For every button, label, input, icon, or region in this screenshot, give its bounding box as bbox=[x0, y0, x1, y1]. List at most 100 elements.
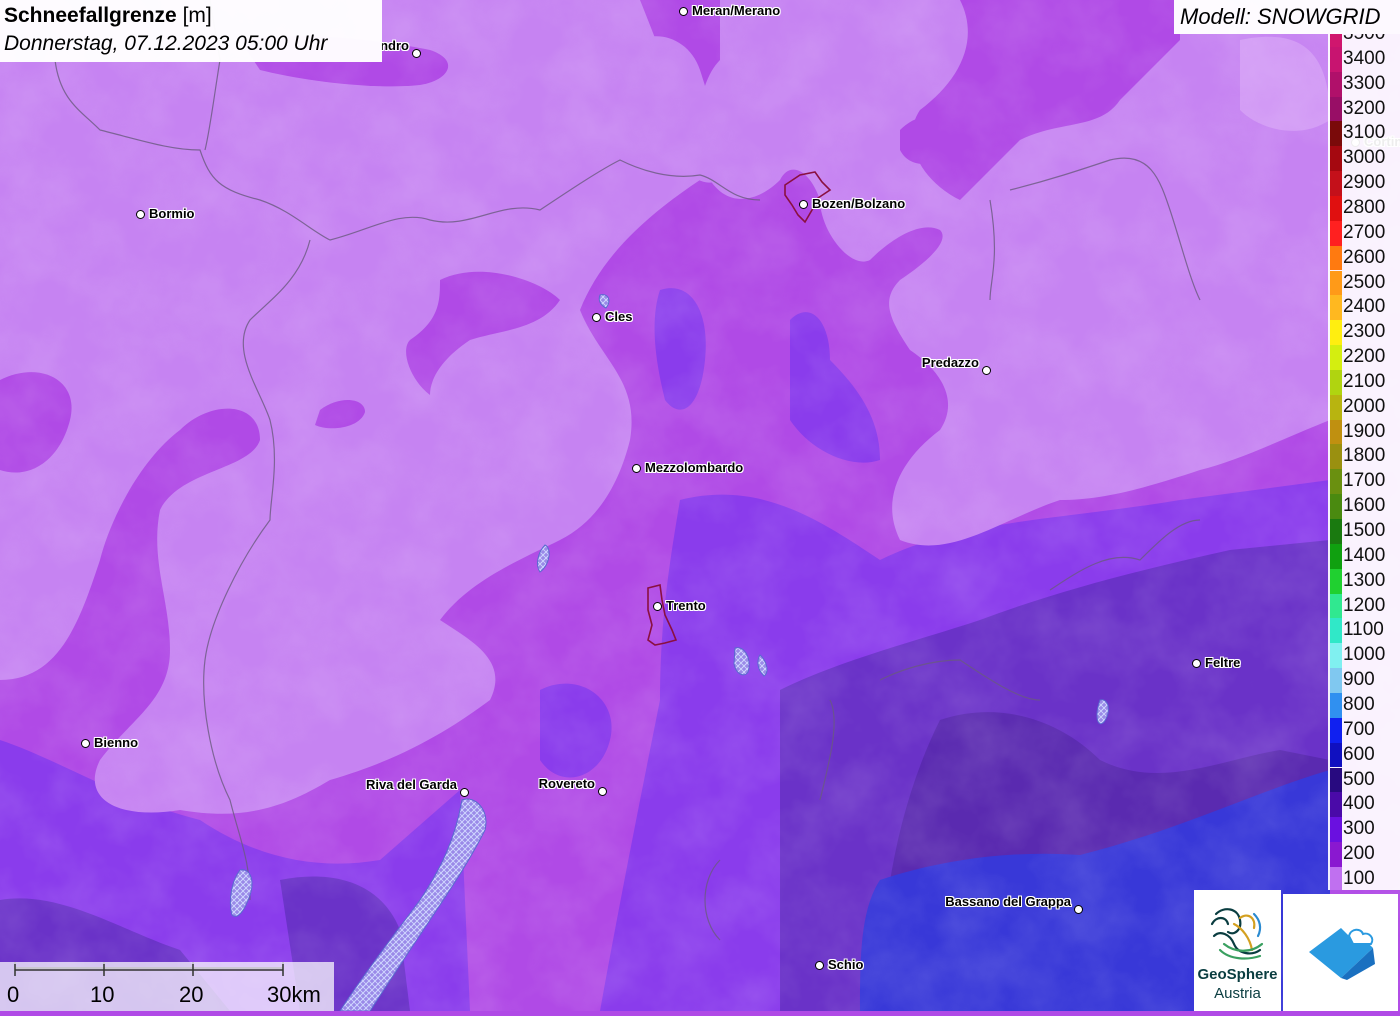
city-label[interactable]: Bormio bbox=[149, 206, 195, 221]
legend-label: 2700 bbox=[1343, 221, 1386, 243]
legend-row-2900: 2900 bbox=[1328, 171, 1400, 196]
legend-swatch bbox=[1330, 270, 1342, 296]
scalebar: 0 10 20 30km bbox=[0, 962, 334, 1011]
legend-row-1200: 1200 bbox=[1328, 593, 1400, 619]
legend-swatch bbox=[1330, 593, 1342, 619]
legend-row-700: 700 bbox=[1328, 717, 1400, 743]
city-dot-icon[interactable] bbox=[815, 961, 824, 970]
legend-row-2300: 2300 bbox=[1328, 320, 1400, 346]
legend-label: 1300 bbox=[1343, 569, 1386, 591]
city-dot-icon[interactable] bbox=[679, 7, 688, 16]
city-label[interactable]: Feltre bbox=[1205, 655, 1240, 670]
geosphere-logo[interactable]: GeoSphere Austria bbox=[1194, 890, 1281, 1011]
legend-swatch bbox=[1330, 618, 1342, 644]
legend-row-200: 200 bbox=[1328, 842, 1400, 867]
legend-swatch bbox=[1330, 320, 1342, 346]
city-dot-icon[interactable] bbox=[799, 200, 808, 209]
legend-row-1900: 1900 bbox=[1328, 419, 1400, 445]
legend-label: 2300 bbox=[1343, 321, 1386, 343]
city-dot-icon[interactable] bbox=[1192, 659, 1201, 668]
map-title-param: Schneefallgrenze bbox=[4, 4, 177, 27]
legend-swatch bbox=[1330, 345, 1342, 370]
legend-label: 1800 bbox=[1343, 445, 1386, 467]
legend-label: 700 bbox=[1343, 718, 1375, 740]
legend-label: 1900 bbox=[1343, 420, 1386, 442]
color-legend: 35003400 3300 3200 3100 3000 29002800 2700 2600… bbox=[1328, 34, 1400, 890]
legend-label: 2600 bbox=[1343, 246, 1386, 268]
legend-label: 1100 bbox=[1343, 619, 1384, 641]
legend-row-1700: 1700 bbox=[1328, 469, 1400, 495]
legend-swatch bbox=[1330, 295, 1342, 321]
legend-swatch bbox=[1330, 121, 1342, 147]
legend-swatch bbox=[1330, 171, 1342, 196]
city-label[interactable]: Rovereto bbox=[539, 776, 595, 791]
legend-label: 2800 bbox=[1343, 196, 1386, 218]
legend-swatch bbox=[1330, 419, 1342, 445]
city-label[interactable]: Riva del Garda bbox=[366, 777, 457, 792]
legend-row-2500: 2500 bbox=[1328, 270, 1400, 296]
legend-swatch bbox=[1330, 245, 1342, 271]
city-dot-icon[interactable] bbox=[1074, 905, 1083, 914]
legend-swatch bbox=[1330, 817, 1342, 843]
legend-label: 3300 bbox=[1343, 72, 1386, 94]
city-dot-icon[interactable] bbox=[653, 602, 662, 611]
city-label[interactable]: Trento bbox=[666, 598, 706, 613]
legend-swatch bbox=[1330, 469, 1342, 495]
legend-row-500: 500 bbox=[1328, 767, 1400, 793]
geosphere-country: Austria bbox=[1214, 985, 1261, 1002]
legend-label: 1000 bbox=[1343, 644, 1386, 666]
partner-logo[interactable] bbox=[1283, 894, 1398, 1011]
city-label[interactable]: Bozen/Bolzano bbox=[812, 196, 905, 211]
legend-label: 3500 bbox=[1343, 34, 1385, 46]
legend-label: 3400 bbox=[1343, 47, 1386, 69]
legend-swatch bbox=[1330, 668, 1342, 693]
legend-label: 1600 bbox=[1343, 495, 1386, 517]
legend-swatch bbox=[1330, 792, 1342, 818]
legend-swatch bbox=[1330, 369, 1342, 395]
city-label[interactable]: Meran/Merano bbox=[692, 3, 780, 18]
legend-label: 2500 bbox=[1343, 271, 1386, 293]
city-label[interactable]: Predazzo bbox=[922, 355, 979, 370]
city-dot-icon[interactable] bbox=[136, 210, 145, 219]
city-label[interactable]: Bassano del Grappa bbox=[945, 894, 1071, 909]
legend-swatch bbox=[1330, 643, 1342, 669]
legend-swatch bbox=[1330, 146, 1342, 172]
legend-label: 400 bbox=[1343, 793, 1375, 815]
city-dot-icon[interactable] bbox=[982, 366, 991, 375]
legend-label: 1700 bbox=[1343, 470, 1386, 492]
legend-swatch bbox=[1330, 444, 1342, 470]
city-dot-icon[interactable] bbox=[598, 787, 607, 796]
legend-swatch bbox=[1330, 568, 1342, 594]
legend-swatch bbox=[1330, 519, 1342, 544]
city-dot-icon[interactable] bbox=[460, 788, 469, 797]
legend-row-2800: 2800 bbox=[1328, 195, 1400, 221]
legend-row-3400: 3400 bbox=[1328, 46, 1400, 72]
legend-swatch bbox=[1330, 220, 1342, 246]
legend-row-600: 600 bbox=[1328, 742, 1400, 768]
legend-row-900: 900 bbox=[1328, 668, 1400, 693]
legend-row-2200: 2200 bbox=[1328, 345, 1400, 370]
city-label[interactable]: Mezzolombardo bbox=[645, 460, 743, 475]
legend-label: 2400 bbox=[1343, 296, 1386, 318]
city-dot-icon[interactable] bbox=[632, 464, 641, 473]
city-dot-icon[interactable] bbox=[81, 739, 90, 748]
map-title-unit: [m] bbox=[182, 4, 212, 27]
legend-swatch bbox=[1330, 96, 1342, 122]
legend-label: 100 bbox=[1343, 867, 1375, 889]
legend-swatch bbox=[1330, 866, 1342, 890]
geosphere-emblem-icon bbox=[1210, 908, 1264, 960]
snowfall-limit-map[interactable] bbox=[0, 0, 1400, 1011]
legend-swatch bbox=[1330, 742, 1342, 768]
city-dot-icon[interactable] bbox=[412, 49, 421, 58]
city-label[interactable]: Cles bbox=[605, 309, 632, 324]
city-label[interactable]: Schio bbox=[828, 957, 863, 972]
city-label[interactable]: Bienno bbox=[94, 735, 138, 750]
city-label[interactable]: ndro bbox=[380, 38, 409, 53]
legend-label: 2200 bbox=[1343, 346, 1386, 368]
legend-row-800: 800 bbox=[1328, 692, 1400, 718]
legend-swatch bbox=[1330, 34, 1342, 47]
legend-label: 3000 bbox=[1343, 147, 1386, 169]
legend-row-1800: 1800 bbox=[1328, 444, 1400, 470]
city-dot-icon[interactable] bbox=[592, 313, 601, 322]
map-title-box: Schneefallgrenze [m] Donnerstag, 07.12.2… bbox=[0, 0, 382, 62]
